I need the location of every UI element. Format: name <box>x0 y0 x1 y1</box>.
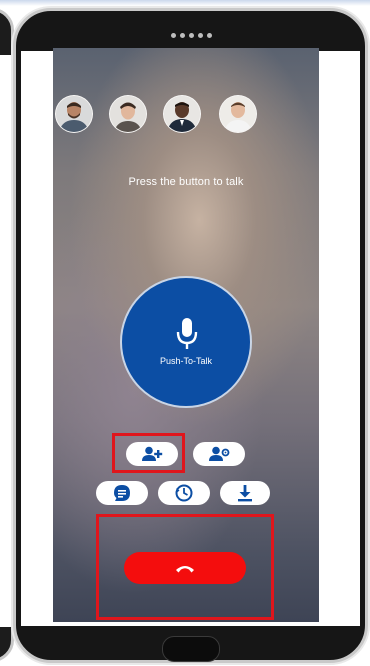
top-strip <box>0 0 370 6</box>
chat-icon <box>114 485 130 501</box>
history-icon <box>175 484 193 502</box>
home-button[interactable] <box>162 636 220 662</box>
push-to-talk-button[interactable]: Push-To-Talk <box>120 276 252 408</box>
download-button[interactable] <box>220 481 270 505</box>
avatar-photo-icon <box>56 96 92 132</box>
participant-avatar-1[interactable] <box>55 95 93 133</box>
participant-avatar-2[interactable] <box>109 95 147 133</box>
push-to-talk-label: Push-To-Talk <box>159 356 213 366</box>
talk-instruction: Press the button to talk <box>128 176 244 188</box>
add-participant-highlight <box>112 433 185 473</box>
adjacent-phone-frame <box>0 8 14 662</box>
download-icon <box>238 485 252 502</box>
participant-avatar-3[interactable] <box>163 95 201 133</box>
avatar-photo-icon <box>220 96 256 132</box>
avatar-photo-icon <box>164 96 200 132</box>
end-call-highlight <box>96 514 274 620</box>
participant-avatars <box>53 95 319 135</box>
chat-button[interactable] <box>96 481 148 505</box>
adjacent-phone-screen <box>0 55 11 627</box>
phone-speaker <box>171 33 212 38</box>
participant-settings-icon <box>209 446 230 461</box>
screenshot: Press the button to talk Push-To-Talk <box>0 0 370 666</box>
participant-avatar-4[interactable] <box>219 95 257 133</box>
microphone-icon <box>176 318 198 349</box>
participant-settings-button[interactable] <box>193 442 245 466</box>
history-button[interactable] <box>158 481 210 505</box>
avatar-photo-icon <box>110 96 146 132</box>
